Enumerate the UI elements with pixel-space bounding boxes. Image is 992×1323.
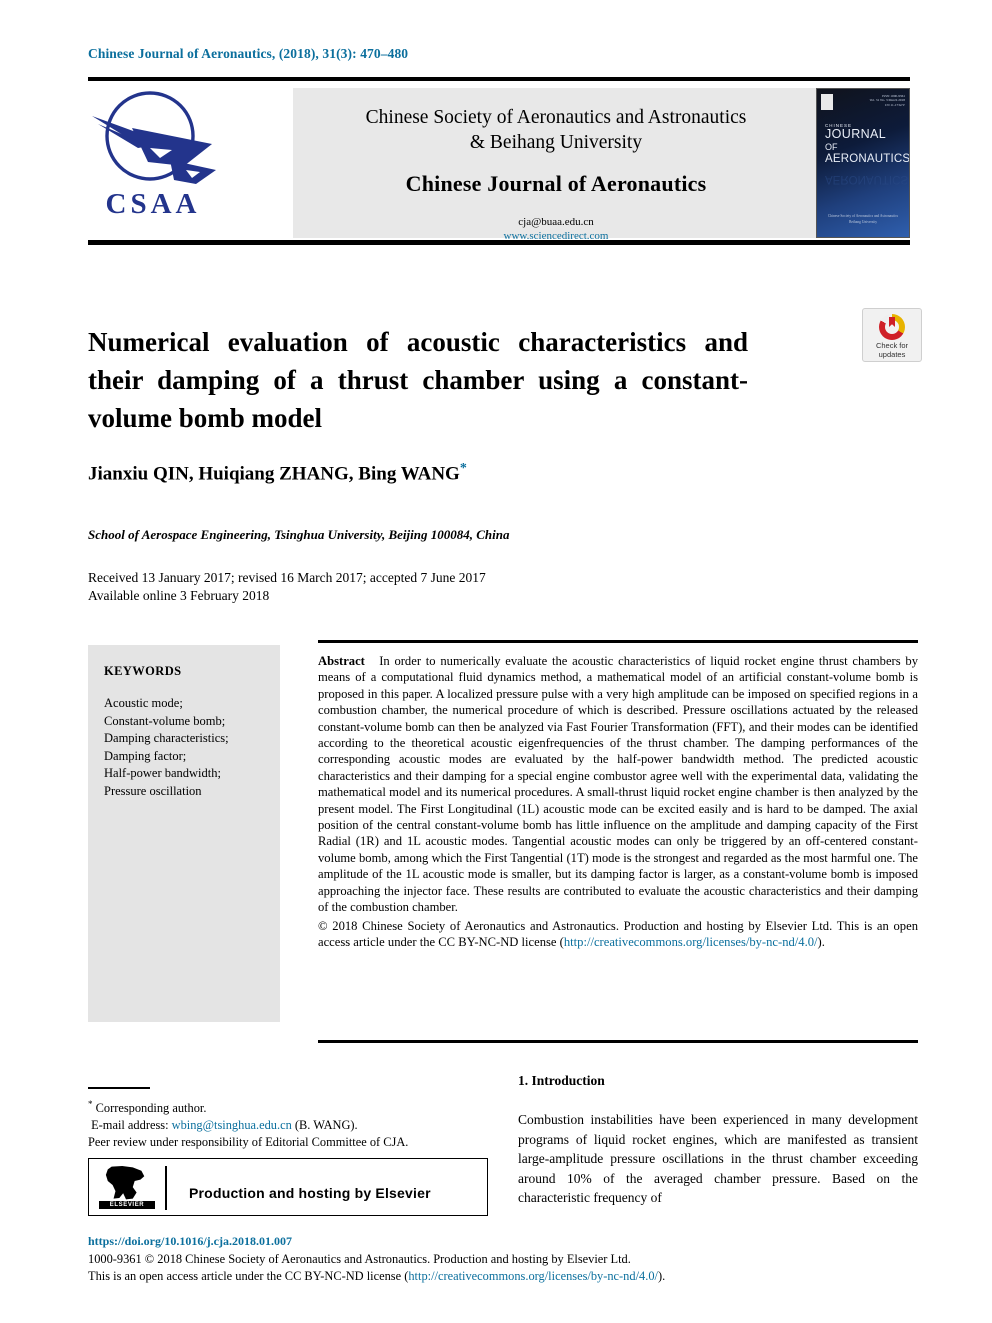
cover-line-aeronautics: AERONAUTICS — [825, 152, 910, 165]
journal-cover-thumbnail: ISSN 1000-9361 Vol. 31 No. 3 March 2018 CN… — [816, 88, 910, 238]
masthead-rule-bottom — [88, 240, 910, 245]
header-rule-top — [88, 77, 910, 81]
csaa-emblem-icon — [92, 91, 216, 184]
keyword-item: Acoustic mode; — [104, 696, 183, 710]
csaa-logo: CSAA — [88, 88, 218, 238]
author-list: Jianxiu QIN, Huiqiang ZHANG, Bing WANG* — [88, 461, 788, 485]
author-names: Jianxiu QIN, Huiqiang ZHANG, Bing WANG — [88, 463, 460, 485]
keyword-item: Constant-volume bomb; — [104, 713, 226, 728]
history-available: Available online 3 February 2018 — [88, 588, 270, 603]
crossmark-label: Check for updates — [863, 341, 921, 359]
peer-review-note: Peer review under responsibility of Edit… — [88, 1135, 409, 1150]
keywords-box: KEYWORDS Acoustic mode; Constant-volume … — [88, 645, 280, 1022]
elsevier-divider — [165, 1166, 167, 1210]
cover-issn-block: ISSN 1000-9361 Vol. 31 No. 3 March 2018 CN… — [869, 94, 905, 107]
elsevier-wordmark: ELSEVIER — [99, 1201, 155, 1209]
footnote-block: * Corresponding author. E-mail address: … — [88, 1096, 488, 1151]
abstract-copyright: © 2018 Chinese Society of Aeronautics an… — [318, 918, 918, 951]
email-label: E-mail address: — [91, 1118, 169, 1133]
corresponding-author-text: Corresponding author. — [95, 1101, 207, 1116]
cover-line-of: OF — [825, 141, 838, 152]
corresponding-author-note: * Corresponding author. — [88, 1096, 488, 1117]
journal-masthead: CSAA Chinese Society of Aeronautics and … — [88, 88, 910, 242]
doi-link[interactable]: https://doi.org/10.1016/j.cja.2018.01.00… — [88, 1233, 918, 1251]
affiliation: School of Aerospace Engineering, Tsinghu… — [88, 527, 510, 542]
license-post: ). — [657, 1269, 666, 1283]
article-history: Received 13 January 2017; revised 16 Mar… — [88, 569, 788, 605]
issn-copyright: 1000-9361 © 2018 Chinese Society of Aero… — [88, 1251, 631, 1266]
introduction-heading: 1. Introduction — [518, 1073, 605, 1088]
abstract-body: Abstract In order to numerically evaluat… — [318, 653, 918, 916]
footnote-rule — [88, 1087, 150, 1089]
masthead-center-panel: Chinese Society of Aeronautics and Astro… — [293, 88, 819, 242]
abstract-text: In order to numerically evaluate the aco… — [318, 654, 918, 915]
abstract-label: Abstract — [318, 654, 365, 668]
elsevier-banner-text: Production and hosting by Elsevier — [189, 1185, 431, 1201]
introduction-paragraph: Combustion instabilities have been exper… — [518, 1112, 918, 1205]
cc-license-link[interactable]: http://creativecommons.org/licenses/by-n… — [564, 935, 818, 949]
crossmark-badge[interactable]: Check for updates — [862, 308, 922, 362]
abstract-section: Abstract In order to numerically evaluat… — [318, 640, 918, 950]
journal-title: Chinese Journal of Aeronautics — [405, 171, 707, 196]
elsevier-mark-icon — [821, 94, 833, 110]
author-email-link[interactable]: wbing@tsinghua.edu.cn — [172, 1118, 292, 1132]
keyword-item: Damping factor; — [104, 748, 187, 763]
running-head: Chinese Journal of Aeronautics, (2018), … — [88, 46, 409, 61]
abstract-rule-top — [318, 640, 918, 643]
keyword-item: Damping characteristics; — [104, 731, 229, 745]
elsevier-tree-icon — [105, 1166, 145, 1200]
license-line: This is an open access article under the… — [88, 1268, 918, 1286]
footnote-star: * — [88, 1099, 93, 1109]
license-pre: This is an open access article under the… — [88, 1269, 409, 1283]
article-first-page: Chinese Journal of Aeronautics, (2018), … — [0, 0, 992, 1323]
journal-email: cja@buaa.edu.cn — [518, 216, 594, 228]
email-note: E-mail address: wbing@tsinghua.edu.cn (B… — [88, 1117, 488, 1134]
society-line-2: & Beihang University — [469, 132, 643, 153]
crossmark-line-1: Check for — [875, 341, 909, 350]
keyword-item: Pressure oscillation — [104, 783, 202, 798]
page-footer: https://doi.org/10.1016/j.cja.2018.01.00… — [88, 1233, 918, 1286]
doi-text: https://doi.org/10.1016/j.cja.2018.01.00… — [88, 1234, 292, 1248]
keyword-item: Half-power bandwidth; — [104, 766, 221, 780]
society-line-1: Chinese Society of Aeronautics and Astro… — [365, 107, 747, 128]
elsevier-banner: ELSEVIER Production and hosting by Elsev… — [88, 1158, 488, 1216]
csaa-wordmark: CSAA — [105, 188, 201, 220]
abstract-rule-bottom — [318, 1040, 918, 1043]
corresponding-author-marker: * — [459, 461, 467, 476]
cover-reflection: AERONAUTICS — [825, 173, 909, 185]
crossmark-ring-icon — [879, 314, 905, 340]
society-name: Chinese Society of Aeronautics and Astro… — [293, 88, 819, 155]
keywords-heading: KEYWORDS — [104, 664, 182, 678]
abstract-copyright-post: ). — [817, 934, 825, 949]
cover-title-text: CHINESE JOURNAL OF AERONAUTICS — [825, 123, 910, 166]
elsevier-logo: ELSEVIER — [99, 1164, 155, 1212]
cover-footer: Chinese Society of Aeronautics and Astro… — [823, 213, 903, 225]
footer-cc-license-link[interactable]: http://creativecommons.org/licenses/by-n… — [408, 1269, 658, 1283]
cover-footer-line-2: Beihang University — [848, 220, 878, 224]
crossmark-line-2: updates — [878, 350, 906, 359]
history-received: Received 13 January 2017; revised 16 Mar… — [88, 570, 486, 585]
cover-line-journal: JOURNAL — [825, 127, 887, 141]
email-suffix: (B. WANG). — [294, 1118, 358, 1133]
page-title: Numerical evaluation of acoustic charact… — [88, 327, 748, 434]
keywords-list: Acoustic mode; Constant-volume bomb; Dam… — [104, 695, 280, 800]
